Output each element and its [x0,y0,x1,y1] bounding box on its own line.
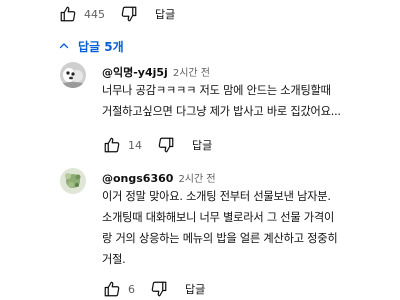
comment-line: 랑 거의 상응하는 메뉴의 밥을 얼른 계산하고 정중히 [102,232,338,245]
comment-line: 거절. [102,253,126,266]
chevron-up-icon [58,40,70,52]
comment-author[interactable]: @익명-y4j5j [102,64,168,80]
avatar[interactable] [60,62,86,88]
comment-time[interactable]: 2시간 전 [178,170,215,185]
comments-thread: 445 답글 답글 5개 @익명-y4j5j 2시간 전 너무나 공감ㅋㅋㅋㅋ … [0,0,400,300]
top-comment-actions: 445 답글 [58,4,175,24]
like-icon[interactable] [58,4,78,24]
comment-header: @익명-y4j5j 2시간 전 [102,64,210,80]
like-count: 6 [128,282,135,296]
comment-actions: 6 답글 [102,279,205,299]
comment-line: 거절하고싶으면 다그냥 제가 밥사고 바로 집갔어요... [102,105,341,118]
comment-line: 너무나 공감ㅋㅋㅋㅋ 저도 맘에 안드는 소개팅할때 [102,84,331,97]
reply-button[interactable]: 답글 [155,6,175,22]
replies-toggle-button[interactable]: 답글 5개 [58,36,124,56]
dislike-icon[interactable] [156,135,176,155]
replies-toggle-label: 답글 5개 [78,39,124,54]
dislike-icon[interactable] [149,279,169,299]
comment-line: 소개팅때 대화해보니 너무 별로라서 그 선물 가격이 [102,211,335,224]
reply-button[interactable]: 답글 [185,281,205,297]
like-count: 14 [128,138,142,152]
like-icon[interactable] [102,135,122,155]
dislike-icon[interactable] [119,4,139,24]
comment-header: @ongs6360 2시간 전 [102,170,216,185]
avatar[interactable] [60,168,86,194]
comment-line: 이거 정말 맞아요. 소개팅 전부터 선물보낸 남자분. [102,190,331,203]
like-icon[interactable] [102,279,122,299]
comment-text: 이거 정말 맞아요. 소개팅 전부터 선물보낸 남자분. 소개팅때 대화해보니 … [102,186,338,270]
comment-actions: 14 답글 [102,135,212,155]
comment-author[interactable]: @ongs6360 [102,172,173,185]
comment-time[interactable]: 2시간 전 [173,64,210,79]
like-count: 445 [84,7,105,21]
comment-text: 너무나 공감ㅋㅋㅋㅋ 저도 맘에 안드는 소개팅할때 거절하고싶으면 다그냥 제… [102,80,341,122]
reply-button[interactable]: 답글 [192,137,212,153]
